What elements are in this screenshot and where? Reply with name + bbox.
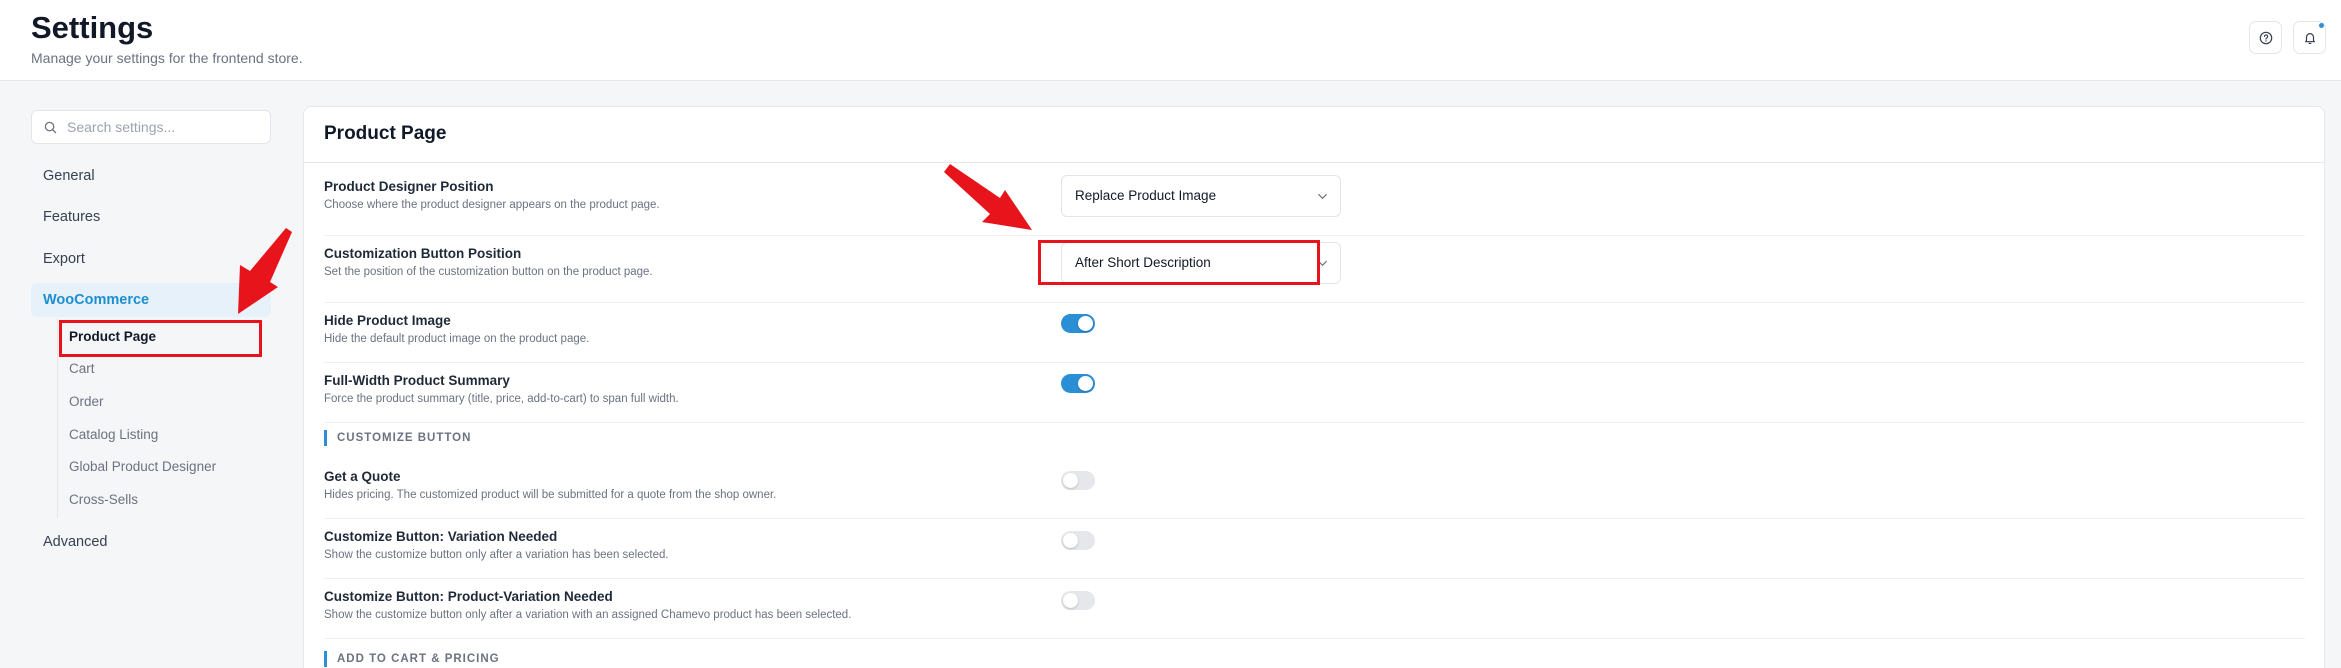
setting-title: Hide Product Image: [324, 313, 451, 328]
annotation-arrow-select: [944, 164, 1032, 230]
designer-position-select[interactable]: Replace Product Image: [1061, 175, 1341, 217]
setting-description: Force the product summary (title, price,…: [324, 393, 679, 405]
setting-row-get-a-quote: Get a Quote Hides pricing. The customize…: [324, 459, 2305, 519]
setting-title: Get a Quote: [324, 469, 401, 484]
select-value: Replace Product Image: [1075, 188, 1217, 203]
toggle-knob: [1078, 316, 1093, 331]
search-icon: [44, 121, 57, 133]
hide-product-image-toggle[interactable]: [1061, 314, 1095, 333]
page-subtitle: Manage your settings for the frontend st…: [31, 50, 303, 66]
section-header-add-to-cart-pricing: ADD TO CART & PRICING: [324, 651, 500, 667]
setting-row-product-variation-needed: Customize Button: Product-Variation Need…: [324, 579, 2305, 639]
toggle-knob: [1078, 376, 1093, 391]
setting-description: Show the customize button only after a v…: [324, 549, 669, 561]
highlight-box-button-position: [1038, 240, 1320, 285]
setting-description: Set the position of the customization bu…: [324, 266, 653, 278]
help-button[interactable]: [2249, 21, 2282, 54]
submenu-rail: [57, 318, 58, 518]
setting-row-full-width-summary: Full-Width Product Summary Force the pro…: [324, 363, 2305, 423]
settings-search[interactable]: [31, 110, 271, 144]
setting-row-designer-position: Product Designer Position Choose where t…: [324, 169, 2305, 236]
card-title: Product Page: [324, 123, 447, 144]
setting-title: Product Designer Position: [324, 179, 494, 194]
setting-title: Customize Button: Variation Needed: [324, 529, 558, 544]
setting-description: Choose where the product designer appear…: [324, 199, 660, 211]
section-header-customize-button: CUSTOMIZE BUTTON: [324, 430, 471, 446]
sidebar-subitem-global-product-designer[interactable]: Global Product Designer: [69, 457, 216, 477]
setting-row-hide-product-image: Hide Product Image Hide the default prod…: [324, 303, 2305, 363]
setting-title: Customization Button Position: [324, 246, 522, 261]
chevron-down-icon: [1317, 193, 1328, 200]
search-input[interactable]: [67, 119, 257, 135]
toggle-knob: [1063, 473, 1078, 488]
divider: [304, 162, 2324, 163]
setting-title: Full-Width Product Summary: [324, 373, 510, 388]
highlight-box-product-page: [59, 320, 262, 357]
sidebar-item-general[interactable]: General: [31, 159, 271, 193]
sidebar-subitem-cross-sells[interactable]: Cross-Sells: [69, 490, 138, 510]
sidebar-subitem-catalog-listing[interactable]: Catalog Listing: [69, 425, 158, 445]
product-variation-needed-toggle[interactable]: [1061, 591, 1095, 610]
page-title: Settings: [31, 10, 154, 45]
help-circle-icon: [2259, 31, 2272, 44]
toggle-knob: [1063, 593, 1078, 608]
full-width-summary-toggle[interactable]: [1061, 374, 1095, 393]
setting-title: Customize Button: Product-Variation Need…: [324, 589, 613, 604]
sidebar-subitem-cart[interactable]: Cart: [69, 359, 95, 379]
sidebar-subitem-order[interactable]: Order: [69, 392, 104, 412]
setting-description: Hide the default product image on the pr…: [324, 333, 590, 345]
variation-needed-toggle[interactable]: [1061, 531, 1095, 550]
toggle-knob: [1063, 533, 1078, 548]
get-a-quote-toggle[interactable]: [1061, 471, 1095, 490]
page-header: Settings Manage your settings for the fr…: [0, 0, 2341, 81]
setting-description: Hides pricing. The customized product wi…: [324, 489, 777, 501]
notification-dot: [2319, 23, 2324, 28]
annotation-arrow-sidebar: [238, 228, 292, 314]
bell-icon: [2304, 32, 2315, 44]
settings-card: Product Page Product Designer Position C…: [303, 106, 2325, 668]
setting-row-variation-needed: Customize Button: Variation Needed Show …: [324, 519, 2305, 579]
sidebar-item-advanced[interactable]: Advanced: [31, 525, 271, 559]
notifications-button[interactable]: [2293, 21, 2326, 54]
setting-description: Show the customize button only after a v…: [324, 609, 852, 621]
